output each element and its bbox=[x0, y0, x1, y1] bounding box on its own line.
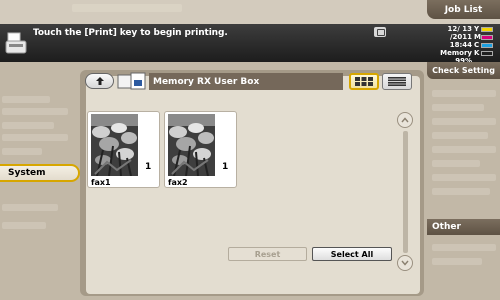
message-bar: Touch the [Print] key to begin printing.… bbox=[0, 24, 500, 65]
ghost-menu-item bbox=[432, 132, 488, 139]
toner-levels: Y M C K bbox=[474, 25, 498, 57]
toner-letter: Y bbox=[474, 25, 480, 33]
ghost-menu-item bbox=[432, 90, 496, 97]
time-text: 18:44 bbox=[449, 41, 472, 49]
ghost-menu-item bbox=[432, 104, 484, 111]
scrollbar-track[interactable] bbox=[403, 131, 408, 253]
memory-label: Memory bbox=[440, 49, 472, 57]
toner-bar-icon bbox=[481, 26, 493, 32]
ghost-menu-item bbox=[2, 122, 54, 129]
toner-letter: K bbox=[474, 49, 480, 57]
ghost-menu-item bbox=[2, 148, 42, 155]
document-name: fax2 bbox=[168, 178, 188, 187]
toner-magenta: M bbox=[474, 33, 498, 41]
toner-yellow: Y bbox=[474, 25, 498, 33]
box-title: Memory RX User Box bbox=[149, 73, 343, 90]
fax-thumbnail-image bbox=[168, 114, 215, 176]
chevron-down-icon bbox=[401, 260, 409, 266]
ghost-menu-item bbox=[432, 258, 482, 265]
other-section-header[interactable]: Other bbox=[427, 219, 500, 235]
thumbnail-view-button[interactable] bbox=[349, 73, 379, 90]
arrow-up-icon bbox=[95, 77, 104, 85]
ghost-menu-item bbox=[2, 134, 68, 141]
ghost-menu-item bbox=[432, 188, 490, 195]
document-card-fax1[interactable]: 1 fax1 bbox=[87, 111, 160, 188]
fax-memory-icon bbox=[374, 27, 386, 37]
status-info: 12/ 13 /2011 18:44 Memory 99% bbox=[424, 25, 472, 65]
scroll-down-button[interactable] bbox=[397, 255, 413, 271]
job-list-button[interactable]: Job List bbox=[427, 0, 500, 19]
faint-background-row bbox=[72, 4, 182, 12]
date-text: 12/ 13 /2011 bbox=[447, 25, 472, 41]
chevron-up-icon bbox=[401, 117, 409, 123]
check-setting-button[interactable]: Check Setting bbox=[427, 62, 500, 79]
toner-cyan: C bbox=[474, 41, 498, 49]
ghost-menu-item bbox=[2, 108, 68, 115]
fax-thumbnail-image bbox=[91, 114, 138, 176]
ghost-menu-item bbox=[432, 146, 496, 153]
document-page-count: 1 bbox=[222, 162, 229, 172]
document-card-fax2[interactable]: 1 fax2 bbox=[164, 111, 237, 188]
list-view-button[interactable] bbox=[382, 73, 412, 90]
scroll-up-button[interactable] bbox=[397, 112, 413, 128]
printer-icon bbox=[5, 32, 27, 54]
toner-bar-icon bbox=[481, 50, 493, 56]
ghost-menu-item bbox=[432, 174, 496, 181]
back-button[interactable] bbox=[85, 73, 114, 89]
ghost-menu-item bbox=[2, 222, 46, 229]
ghost-menu-item bbox=[2, 204, 58, 211]
ghost-menu-item bbox=[2, 96, 50, 103]
toner-letter: C bbox=[474, 41, 480, 49]
document-name: fax1 bbox=[91, 178, 111, 187]
toner-black: K bbox=[474, 49, 498, 57]
toner-letter: M bbox=[474, 33, 481, 41]
document-page-count: 1 bbox=[145, 162, 152, 172]
top-strip bbox=[0, 0, 500, 24]
toner-bar-icon bbox=[481, 34, 493, 40]
ghost-menu-item bbox=[432, 244, 496, 251]
list-view-icon bbox=[388, 77, 406, 86]
user-box-icon bbox=[117, 72, 146, 90]
toner-bar-icon bbox=[481, 42, 493, 48]
sidebar-tab-system[interactable]: System bbox=[0, 164, 80, 182]
select-all-button[interactable]: Select All bbox=[312, 247, 392, 261]
reset-button[interactable]: Reset bbox=[228, 247, 307, 261]
status-message: Touch the [Print] key to begin printing. bbox=[33, 28, 228, 38]
ghost-menu-item bbox=[432, 160, 480, 167]
grid-view-icon bbox=[355, 77, 373, 86]
ghost-menu-item bbox=[432, 118, 496, 125]
